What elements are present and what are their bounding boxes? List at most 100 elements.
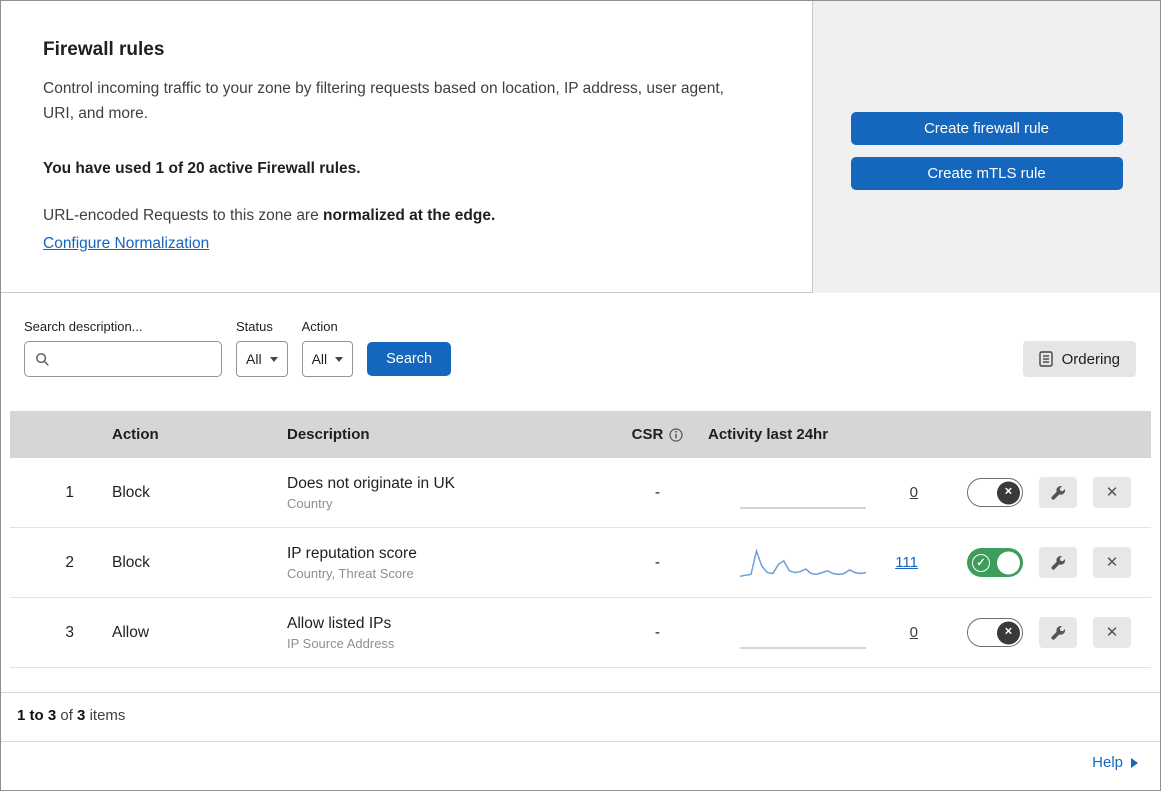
rule-action: Block [112,553,150,571]
rule-controls: ✓ ✕ ✕ [930,547,1151,578]
x-icon: ✕ [1004,626,1013,638]
rule-activity: 111 [700,545,930,581]
intro-section: Firewall rules Control incoming traffic … [1,1,1160,293]
rule-description-text: IP reputation score [287,544,417,562]
rule-csr: - [654,553,661,571]
rule-action: Block [112,483,150,501]
rules-table: Action Description CSR Activity last 24h… [10,411,1151,668]
items-range: 1 to 3 [17,707,57,724]
firewall-rules-page: Firewall rules Control incoming traffic … [0,0,1161,791]
delete-rule-button[interactable]: ✕ [1093,477,1131,508]
activity-sparkline [740,506,866,509]
activity-sparkline [740,547,866,577]
rule-activity: 0 [700,475,930,511]
search-group: Search description... [24,319,222,377]
column-csr-label: CSR [631,426,664,443]
filter-bar: Search description... Status All Action … [1,293,1160,411]
actions-panel: Create firewall rule Create mTLS rule [813,1,1160,293]
delete-rule-button[interactable]: ✕ [1093,547,1131,578]
rule-description: Allow listed IPs IP Source Address [285,615,615,651]
rule-enabled-toggle[interactable]: ✓ ✕ [967,478,1023,507]
activity-count-link[interactable]: 0 [910,484,918,501]
wrench-icon [1051,485,1066,500]
rule-description-text: Allow listed IPs [287,614,392,632]
column-action: Action [112,426,159,443]
column-csr: CSR [615,426,700,443]
x-icon: ✕ [1004,486,1013,498]
arrow-right-icon [1131,757,1138,768]
rule-fields: Country, Threat Score [287,565,414,581]
items-of: of [60,707,73,724]
wrench-icon [1051,555,1066,570]
wrench-icon [1051,625,1066,640]
toggle-knob: ✕ [997,621,1020,644]
close-icon: ✕ [1105,484,1119,501]
rule-controls: ✓ ✕ ✕ [930,477,1151,508]
ordering-list-icon [1038,351,1053,367]
rule-description-text: Does not originate in UK [287,474,456,492]
rule-priority: 1 [65,483,74,501]
rule-description: IP reputation score Country, Threat Scor… [285,545,615,581]
info-icon[interactable] [669,427,683,442]
rule-description: Does not originate in UK Country [285,475,615,511]
table-row: 2 Block IP reputation score Country, Thr… [10,528,1151,598]
rule-priority: 3 [65,623,74,641]
normalization-bold: normalized at the edge. [323,206,496,224]
close-icon: ✕ [1105,624,1119,641]
help-row: Help [1,741,1160,783]
activity-count-link[interactable]: 0 [910,624,918,641]
edit-rule-button[interactable] [1039,547,1077,578]
rule-fields: IP Source Address [287,635,395,651]
status-filter-group: Status All [236,319,288,377]
toggle-knob: ✕ [997,551,1020,574]
ordering-button[interactable]: Ordering [1022,341,1136,377]
intro-description: Control incoming traffic to your zone by… [43,80,724,122]
status-filter-value: All [246,351,262,367]
column-description: Description [287,426,370,443]
status-label: Status [236,319,273,334]
rule-action: Allow [112,623,150,641]
action-filter-group: Action All [301,319,354,377]
create-firewall-rule-button[interactable]: Create firewall rule [850,112,1123,145]
column-activity: Activity last 24hr [708,426,829,443]
table-row: 1 Block Does not originate in UK Country… [10,458,1151,528]
normalization-note: URL-encoded Requests to this zone are no… [43,207,772,225]
configure-normalization-link[interactable]: Configure Normalization [43,235,209,253]
toggle-knob: ✕ [997,481,1020,504]
pagination-summary: 1 to 3 of 3 items [1,692,1160,741]
activity-sparkline [740,646,866,649]
status-filter-select[interactable]: All [236,341,288,377]
normalization-prefix: URL-encoded Requests to this zone are [43,206,324,224]
close-icon: ✕ [1105,554,1119,571]
rule-csr: - [654,623,661,641]
rule-enabled-toggle[interactable]: ✓ ✕ [967,548,1023,577]
intro-card: Firewall rules Control incoming traffic … [1,1,813,293]
action-filter-value: All [311,351,328,367]
search-label: Search description... [24,319,143,334]
rule-priority: 2 [65,553,74,571]
rule-csr: - [654,483,661,501]
usage-summary: You have used 1 of 20 active Firewall ru… [43,159,361,177]
edit-rule-button[interactable] [1039,477,1077,508]
edit-rule-button[interactable] [1039,617,1077,648]
action-label: Action [301,319,338,334]
chevron-down-icon [269,356,278,362]
help-label: Help [1092,754,1123,771]
activity-count-link[interactable]: 111 [895,554,918,571]
rule-enabled-toggle[interactable]: ✓ ✕ [967,618,1023,647]
search-input[interactable] [56,350,211,368]
table-spacer [1,668,1160,692]
help-link[interactable]: Help [1092,754,1138,771]
rule-controls: ✓ ✕ ✕ [930,617,1151,648]
search-button[interactable]: Search [367,342,452,376]
create-mtls-rule-button[interactable]: Create mTLS rule [850,157,1123,190]
chevron-down-icon [335,356,344,362]
items-total: 3 [77,707,86,724]
delete-rule-button[interactable]: ✕ [1093,617,1131,648]
rule-fields: Country [287,495,333,511]
search-icon [36,352,49,366]
search-box [24,341,222,377]
items-word: items [89,707,126,724]
table-header-row: Action Description CSR Activity last 24h… [10,411,1151,458]
action-filter-select[interactable]: All [301,341,354,377]
